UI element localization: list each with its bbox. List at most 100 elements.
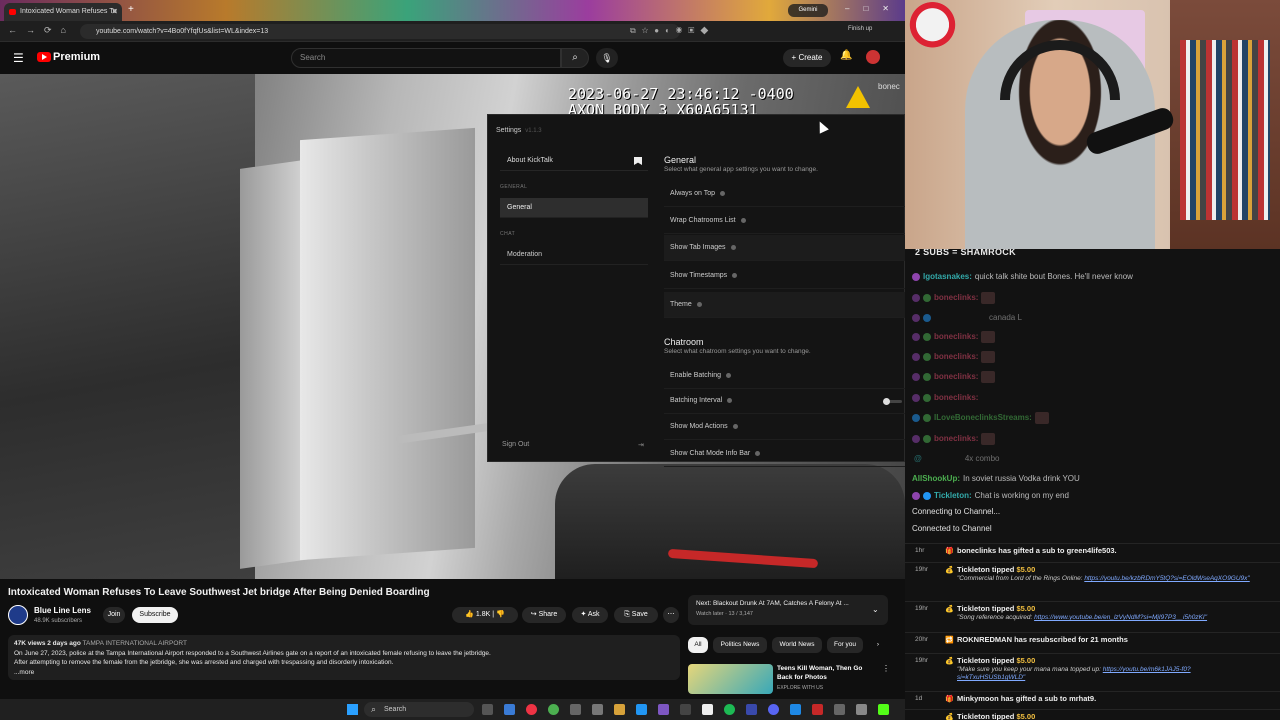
- youtube-logo-icon[interactable]: [37, 52, 51, 62]
- nav-buttons[interactable]: ←→⟳⌂: [8, 25, 75, 36]
- app-icon[interactable]: [592, 704, 603, 715]
- gift-icon: 🎁: [945, 548, 954, 555]
- app-icon[interactable]: [790, 704, 801, 715]
- channel-avatar[interactable]: [8, 605, 28, 625]
- browser-tab[interactable]: Intoxicated Woman Refuses To ✕: [4, 3, 122, 21]
- batching-interval-slider[interactable]: [883, 398, 902, 405]
- app-icon[interactable]: [504, 704, 515, 715]
- option-theme[interactable]: Theme: [664, 292, 906, 318]
- chip-world-news[interactable]: World News: [772, 637, 822, 653]
- sign-out-button[interactable]: Sign Out: [502, 441, 529, 448]
- discord-icon[interactable]: [768, 704, 779, 715]
- sidebar-item-general[interactable]: General: [500, 198, 648, 218]
- new-tab-icon[interactable]: +: [128, 4, 134, 15]
- thumbs-down-icon[interactable]: | 👎: [490, 611, 505, 618]
- chip-for-you[interactable]: For you: [827, 637, 863, 653]
- video-details: Intoxicated Woman Refuses To Leave South…: [0, 579, 905, 699]
- join-button[interactable]: Join: [103, 607, 125, 623]
- option-show-timestamps[interactable]: Show Timestamps: [664, 263, 906, 289]
- badge-icon: [923, 413, 931, 422]
- search-icon[interactable]: ⌕: [561, 48, 589, 68]
- description-box[interactable]: 47K views 2 days ago TAMPA INTERNATIONAL…: [8, 635, 680, 680]
- option-show-tab-images[interactable]: Show Tab Images: [664, 235, 906, 261]
- kebab-menu-icon[interactable]: ⋮: [882, 664, 890, 673]
- emote-icon: [981, 432, 996, 445]
- spotify-icon[interactable]: [724, 704, 735, 715]
- extension-icons[interactable]: ⧉☆●◐◉▣◆: [630, 26, 714, 36]
- url-field[interactable]: youtube.com/watch?v=4Bo0fYfqfUs&list=WL&…: [80, 24, 680, 39]
- info-icon: [732, 423, 738, 429]
- chrome-icon[interactable]: [526, 704, 537, 715]
- option-enable-batching[interactable]: Enable Batching: [664, 363, 906, 389]
- option-wrap-chatrooms[interactable]: Wrap Chatrooms List: [664, 208, 906, 234]
- app-icon[interactable]: [812, 704, 823, 715]
- option-show-mod-actions[interactable]: Show Mod Actions: [664, 414, 906, 440]
- badge-icon: [912, 372, 920, 381]
- app-icon[interactable]: [658, 704, 669, 715]
- mic-icon[interactable]: 🎙: [596, 48, 618, 68]
- close-tab-icon[interactable]: ✕: [111, 3, 118, 21]
- tip-icon: 💰: [945, 714, 954, 720]
- more-link[interactable]: ...more: [14, 668, 674, 678]
- chat-message: AllShookUp: In soviet russia Vodka drink …: [912, 474, 1080, 483]
- menu-icon[interactable]: ☰: [13, 51, 24, 65]
- recommendation-thumbnail[interactable]: [688, 664, 773, 694]
- create-button[interactable]: + Create: [783, 49, 831, 67]
- chip-all[interactable]: All: [688, 637, 708, 653]
- recommendation-title[interactable]: Teens Kill Woman, Then Go Back for Photo…: [777, 664, 877, 682]
- windows-start-icon[interactable]: [347, 704, 358, 715]
- channel-name[interactable]: Blue Line Lens: [34, 606, 91, 615]
- app-icon[interactable]: [680, 704, 691, 715]
- app-icon[interactable]: [856, 704, 867, 715]
- app-icon[interactable]: [548, 704, 559, 715]
- bookmark-icon: ⎘: [624, 611, 632, 618]
- location-tag[interactable]: TAMPA INTERNATIONAL AIRPORT: [83, 640, 187, 647]
- tip-link[interactable]: https://youtu.be/kzbRDmY5tQ?si=EOldWseAq…: [1084, 575, 1249, 582]
- info-icon: [740, 217, 746, 223]
- badge-icon: [923, 352, 931, 361]
- option-batching-interval[interactable]: Batching Interval: [664, 388, 906, 414]
- chevron-right-icon[interactable]: ›: [872, 637, 884, 653]
- window-controls[interactable]: –□✕: [845, 4, 903, 13]
- chevron-down-icon[interactable]: ⌄: [872, 605, 879, 614]
- avatar[interactable]: [866, 50, 880, 64]
- screen: Intoxicated Woman Refuses To ✕ + Gemini …: [0, 0, 1280, 720]
- emote-icon: [981, 370, 996, 383]
- taskbar-search[interactable]: Search: [364, 702, 474, 717]
- sidebar-item-moderation[interactable]: Moderation: [500, 245, 648, 265]
- option-always-on-top[interactable]: Always on Top: [664, 181, 906, 207]
- about-kicktalk-item[interactable]: About KickTalk: [500, 151, 648, 171]
- app-icon[interactable]: [746, 704, 757, 715]
- kick-icon[interactable]: [878, 704, 889, 715]
- app-icon[interactable]: [702, 704, 713, 715]
- tip-icon: 💰: [945, 658, 954, 665]
- subscribe-button[interactable]: Subscribe: [132, 607, 178, 623]
- like-button[interactable]: 👍 1.8K | 👎: [452, 607, 518, 623]
- app-icon[interactable]: [570, 704, 581, 715]
- bell-icon[interactable]: 🔔: [840, 50, 852, 61]
- finish-update-button[interactable]: Finish up: [848, 26, 872, 32]
- about-label: About KickTalk: [507, 157, 553, 164]
- premium-label[interactable]: Premium: [53, 51, 100, 63]
- search-input[interactable]: Search: [291, 48, 561, 68]
- option-show-chat-mode-info-bar[interactable]: Show Chat Mode Info Bar: [664, 441, 906, 467]
- badge-icon: [912, 352, 920, 361]
- app-icon[interactable]: [834, 704, 845, 715]
- ask-button[interactable]: ✦ Ask: [572, 607, 608, 623]
- task-view-icon[interactable]: [482, 704, 493, 715]
- folder-icon[interactable]: [614, 704, 625, 715]
- chat-message: boneclinks:: [912, 349, 1272, 365]
- sign-out-icon[interactable]: ⇥: [638, 441, 644, 449]
- event-row: 19hr 💰 Tickleton tipped $5.00 "Commercial…: [905, 562, 1280, 606]
- save-button[interactable]: ⎘ Save: [614, 607, 658, 623]
- recommendation-channel[interactable]: EXPLORE WITH US: [777, 685, 823, 691]
- gemini-button[interactable]: Gemini: [788, 4, 828, 17]
- tip-link[interactable]: https://www.youtube.be/en_lzVyNdM?si=MjI…: [1034, 614, 1207, 621]
- thumbs-up-icon: 👍: [465, 611, 476, 618]
- next-up-panel[interactable]: Next: Blackout Drunk At 7AM, Catches A F…: [688, 595, 888, 625]
- app-icon[interactable]: [636, 704, 647, 715]
- chip-politics-news[interactable]: Politics News: [713, 637, 767, 653]
- more-actions-icon[interactable]: ⋯: [663, 607, 679, 623]
- event-row: 19hr 💰 Tickleton tipped $5.00 "Song refer…: [905, 601, 1280, 633]
- share-button[interactable]: ↪ Share: [522, 607, 566, 623]
